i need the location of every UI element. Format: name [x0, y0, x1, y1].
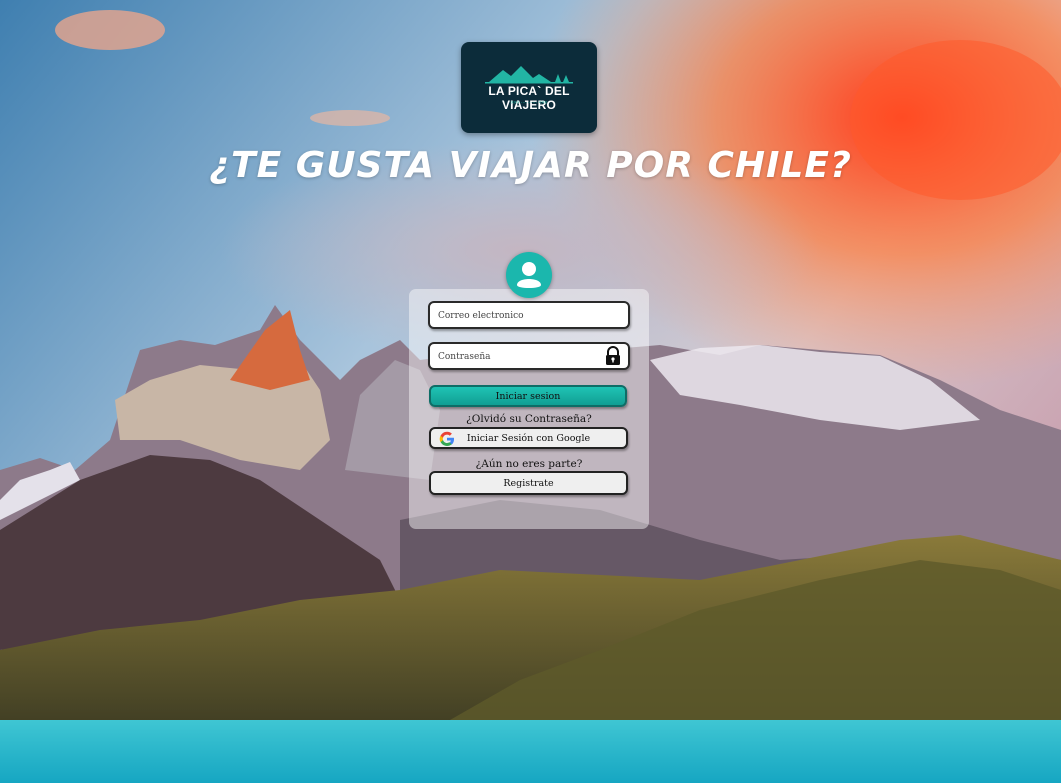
forgot-password-link[interactable]: ¿Olvidó su Contraseña?	[409, 413, 649, 425]
user-icon	[506, 252, 552, 298]
google-signin-label: Iniciar Sesión con Google	[466, 432, 591, 444]
password-input[interactable]	[436, 348, 600, 366]
register-button[interactable]: Registrate	[429, 471, 628, 495]
login-button-label: Iniciar sesion	[495, 390, 561, 402]
google-icon	[439, 431, 454, 446]
brand-tagline: >>> ·········· <<<	[510, 100, 548, 106]
password-field[interactable]	[428, 342, 630, 370]
login-button[interactable]: Iniciar sesion	[429, 385, 627, 407]
google-signin-button[interactable]: Iniciar Sesión con Google	[429, 427, 628, 449]
brand-name: LA PICA` DEL VIAJERO	[488, 84, 570, 112]
lock-icon	[606, 346, 620, 365]
register-button-label: Registrate	[503, 477, 554, 489]
page-headline: ¿TE GUSTA VIAJAR POR CHILE?	[209, 145, 852, 186]
email-input[interactable]	[436, 307, 600, 325]
signup-prompt: ¿Aún no eres parte?	[475, 458, 583, 470]
brand-logo[interactable]: LA PICA` DEL VIAJERO >>> ·········· <<<	[461, 42, 597, 133]
mountain-logo-icon	[485, 66, 573, 84]
email-field[interactable]	[428, 301, 630, 329]
